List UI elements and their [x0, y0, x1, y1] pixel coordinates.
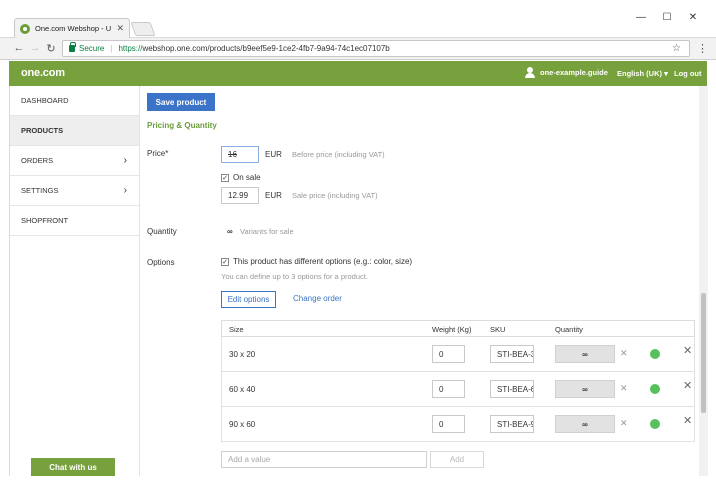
- app-header: one.com one-example.guide English (UK) ▾…: [9, 61, 707, 86]
- back-icon[interactable]: ←: [12, 42, 26, 54]
- weight-input[interactable]: 0: [432, 345, 465, 363]
- on-sale-checkbox[interactable]: ✓ On sale: [221, 173, 261, 182]
- window-close-icon[interactable]: ✕: [686, 12, 700, 23]
- options-checkbox-label: This product has different options (e.g.…: [233, 257, 413, 266]
- column-header-weight: Weight (Kg): [432, 325, 472, 334]
- delete-variant-icon[interactable]: ✕: [683, 344, 692, 357]
- before-price-input[interactable]: 16: [221, 146, 259, 163]
- quantity-hint: Variants for sale: [240, 227, 294, 236]
- delete-variant-icon[interactable]: ✕: [683, 414, 692, 427]
- quantity-button[interactable]: ∞: [555, 345, 615, 363]
- options-hint: You can define up to 3 options for a pro…: [221, 272, 368, 281]
- table-header: Size Weight (Kg) SKU Quantity: [221, 320, 695, 337]
- sidebar-item-label: PRODUCTS: [21, 126, 64, 135]
- quantity-button[interactable]: ∞: [555, 380, 615, 398]
- close-icon[interactable]: ✕: [116, 23, 124, 34]
- currency-label: EUR: [265, 191, 282, 200]
- user-name: one-example.guide: [540, 68, 608, 77]
- logo: one.com: [21, 67, 65, 79]
- sidebar-item-label: ORDERS: [21, 156, 54, 165]
- browser-titlebar: One.com Webshop - Upd ✕ — ☐ ✕: [0, 0, 716, 38]
- frame-edge: [9, 86, 10, 476]
- quantity-label: Quantity: [147, 227, 177, 236]
- variant-size: 30 x 20: [229, 350, 256, 359]
- infinity-symbol: ∞: [227, 227, 233, 236]
- delete-variant-icon[interactable]: ✕: [683, 379, 692, 392]
- sidebar-item-settings[interactable]: SETTINGS ›: [9, 176, 139, 206]
- favicon-icon: [20, 23, 30, 34]
- table-row: 90 x 60 0 STI-BEA-90 ∞ ✕ ✕: [221, 407, 695, 442]
- edit-options-button[interactable]: Edit options: [221, 291, 276, 308]
- sale-price-input[interactable]: 12.99: [221, 187, 259, 204]
- sidebar: DASHBOARD PRODUCTS ORDERS › SETTINGS › SHO…: [9, 86, 140, 476]
- sale-price-hint: Sale price (including VAT): [292, 191, 378, 200]
- status-dot-icon[interactable]: [650, 349, 660, 359]
- options-checkbox[interactable]: ✓ This product has different options (e.…: [221, 257, 412, 266]
- browser-tab[interactable]: One.com Webshop - Upd ✕: [14, 18, 130, 38]
- section-title: Pricing & Quantity: [147, 121, 217, 130]
- variant-size: 90 x 60: [229, 420, 256, 429]
- language-selector[interactable]: English (UK) ▾: [617, 69, 668, 78]
- checkbox-icon: ✓: [221, 173, 229, 182]
- user-icon: [525, 67, 535, 78]
- sidebar-item-shopfront[interactable]: SHOPFRONT: [9, 206, 139, 236]
- sidebar-item-label: SHOPFRONT: [21, 216, 69, 225]
- lock-icon: [69, 42, 76, 52]
- clear-quantity-icon[interactable]: ✕: [620, 418, 628, 429]
- sidebar-item-products[interactable]: PRODUCTS: [9, 116, 139, 146]
- forward-icon[interactable]: →: [28, 42, 42, 54]
- sku-input[interactable]: STI-BEA-90: [490, 415, 534, 433]
- sku-input[interactable]: STI-BEA-30: [490, 345, 534, 363]
- clear-quantity-icon[interactable]: ✕: [620, 383, 628, 394]
- add-value-input[interactable]: Add a value: [221, 451, 427, 468]
- sidebar-item-label: DASHBOARD: [21, 96, 69, 105]
- price-label: Price*: [147, 149, 169, 158]
- variant-size: 60 x 40: [229, 385, 256, 394]
- address-bar: ← → ↻ Secure | https://webshop.one.com/p…: [0, 38, 716, 60]
- scrollbar[interactable]: [699, 86, 708, 476]
- scrollbar-thumb[interactable]: [701, 293, 706, 413]
- quantity-button[interactable]: ∞: [555, 415, 615, 433]
- status-dot-icon[interactable]: [650, 419, 660, 429]
- sidebar-item-orders[interactable]: ORDERS ›: [9, 146, 139, 176]
- weight-input[interactable]: 0: [432, 380, 465, 398]
- reload-icon[interactable]: ↻: [44, 42, 58, 55]
- column-header-size: Size: [229, 325, 244, 334]
- currency-label: EUR: [265, 150, 282, 159]
- options-label: Options: [147, 258, 175, 267]
- tab-title: One.com Webshop - Upd: [35, 24, 112, 33]
- menu-icon[interactable]: ⋮: [697, 42, 708, 55]
- status-dot-icon[interactable]: [650, 384, 660, 394]
- on-sale-label: On sale: [233, 173, 261, 182]
- save-button[interactable]: Save product: [147, 93, 215, 111]
- table-row: 30 x 20 0 STI-BEA-30 ∞ ✕ ✕: [221, 337, 695, 372]
- chat-button[interactable]: Chat with us: [31, 458, 115, 476]
- minimize-icon[interactable]: —: [634, 12, 648, 23]
- sku-input[interactable]: STI-BEA-60: [490, 380, 534, 398]
- variants-table: Size Weight (Kg) SKU Quantity 30 x 20 0 …: [221, 320, 695, 442]
- chevron-right-icon: ›: [123, 155, 127, 166]
- star-icon[interactable]: ☆: [672, 43, 681, 54]
- main-content: Save product Pricing & Quantity Price* 1…: [141, 86, 697, 476]
- table-row: 60 x 40 0 STI-BEA-60 ∞ ✕ ✕: [221, 372, 695, 407]
- checkbox-icon: ✓: [221, 257, 229, 266]
- new-tab-button[interactable]: [130, 22, 156, 36]
- weight-input[interactable]: 0: [432, 415, 465, 433]
- url-field[interactable]: Secure | https://webshop.one.com/product…: [62, 40, 690, 57]
- url-separator: |: [110, 44, 113, 53]
- logout-link[interactable]: Log out: [674, 69, 702, 78]
- user-menu[interactable]: one-example.guide: [525, 67, 608, 78]
- column-header-sku: SKU: [490, 325, 506, 334]
- before-price-hint: Before price (including VAT): [292, 150, 385, 159]
- secure-label: Secure: [79, 44, 105, 53]
- url-text: https://webshop.one.com/products/b9eef5e…: [118, 44, 390, 53]
- add-value-button[interactable]: Add: [430, 451, 484, 468]
- change-order-link[interactable]: Change order: [293, 294, 342, 303]
- chevron-right-icon: ›: [123, 185, 127, 196]
- sidebar-item-dashboard[interactable]: DASHBOARD: [9, 86, 139, 116]
- clear-quantity-icon[interactable]: ✕: [620, 348, 628, 359]
- sidebar-item-label: SETTINGS: [21, 186, 59, 195]
- maximize-icon[interactable]: ☐: [660, 12, 674, 23]
- column-header-quantity: Quantity: [555, 325, 583, 334]
